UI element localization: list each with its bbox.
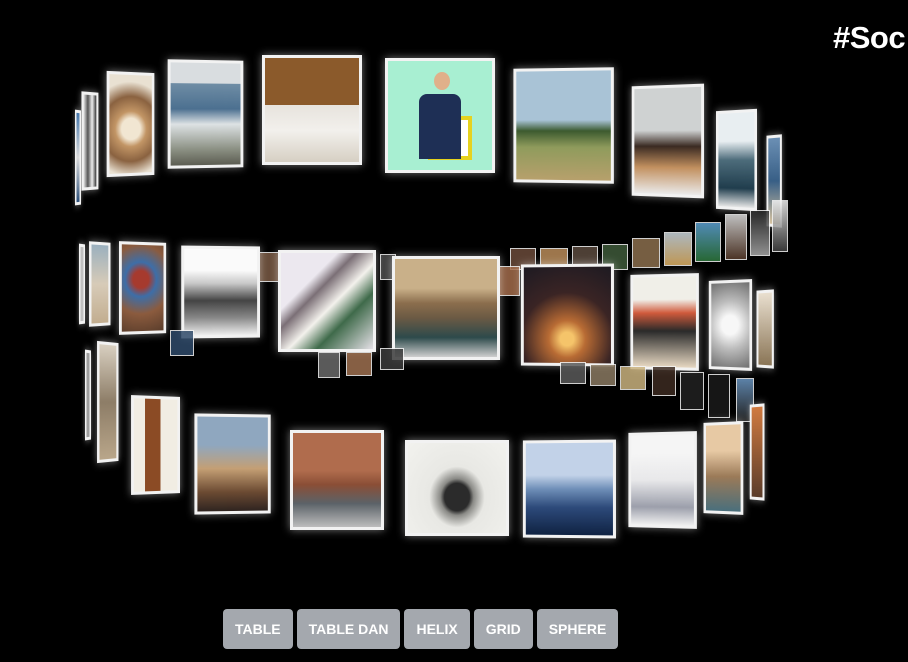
photo-tile[interactable] — [664, 232, 692, 266]
photo-tile[interactable] — [262, 55, 362, 165]
photo-tile[interactable] — [708, 279, 753, 371]
photo-tile[interactable] — [170, 330, 194, 356]
photo-tile[interactable] — [131, 395, 181, 495]
photo-tile[interactable] — [318, 352, 340, 378]
photo-tile[interactable] — [346, 352, 372, 376]
helix-button[interactable]: HELIX — [404, 609, 470, 649]
photo-tile[interactable] — [89, 241, 111, 327]
layout-menu: TABLE TABLE DAN HELIX GRID SPHERE — [223, 609, 619, 649]
photo-tile[interactable] — [522, 439, 616, 539]
photo-tile[interactable] — [194, 413, 271, 515]
photo-tile[interactable] — [167, 59, 244, 169]
photo-tile[interactable] — [715, 108, 757, 212]
photo-tile[interactable] — [631, 83, 705, 199]
photo-tile[interactable] — [590, 364, 616, 386]
photo-tile[interactable] — [630, 273, 699, 371]
photo-tile[interactable] — [708, 374, 730, 418]
photo-tile[interactable] — [620, 366, 646, 390]
photo-tile[interactable] — [118, 241, 167, 335]
photo-tile[interactable] — [78, 243, 85, 325]
grid-button[interactable]: GRID — [473, 609, 533, 649]
photo-helix — [0, 0, 908, 662]
photo-tile[interactable] — [652, 366, 676, 396]
photo-tile[interactable] — [498, 266, 520, 296]
photo-tile[interactable] — [405, 440, 509, 536]
photo-tile[interactable] — [772, 200, 788, 252]
photo-tile[interactable] — [392, 256, 500, 360]
photo-tile[interactable] — [560, 362, 586, 384]
photo-tile[interactable] — [703, 421, 744, 515]
photo-tile[interactable] — [106, 70, 155, 178]
gallery-stage: #Soc TABLE TABLE DAN HELIX GRID SPHERE — [0, 0, 908, 662]
photo-tile[interactable] — [750, 210, 770, 256]
photo-tile[interactable] — [756, 289, 774, 369]
photo-tile[interactable] — [181, 245, 261, 339]
photo-tile[interactable] — [680, 372, 704, 410]
photo-tile[interactable] — [695, 222, 721, 262]
table-dan-button[interactable]: TABLE DAN — [296, 609, 401, 649]
photo-tile[interactable] — [632, 238, 660, 268]
photo-tile[interactable] — [513, 67, 614, 184]
photo-tile[interactable] — [725, 214, 747, 260]
photo-tile[interactable] — [74, 109, 81, 206]
photo-tile[interactable] — [628, 431, 697, 529]
photo-tile[interactable] — [81, 91, 99, 191]
photo-tile[interactable] — [290, 430, 384, 530]
sphere-button[interactable]: SPHERE — [536, 609, 619, 649]
photo-tile[interactable] — [278, 250, 376, 352]
photo-tile[interactable] — [258, 252, 280, 282]
photo-tile[interactable] — [520, 263, 614, 367]
photo-tile[interactable] — [385, 58, 495, 173]
photo-tile[interactable] — [84, 349, 91, 441]
table-button[interactable]: TABLE — [223, 609, 293, 649]
photo-tile[interactable] — [380, 348, 404, 370]
photo-tile[interactable] — [749, 403, 765, 501]
photo-tile[interactable] — [97, 340, 119, 464]
